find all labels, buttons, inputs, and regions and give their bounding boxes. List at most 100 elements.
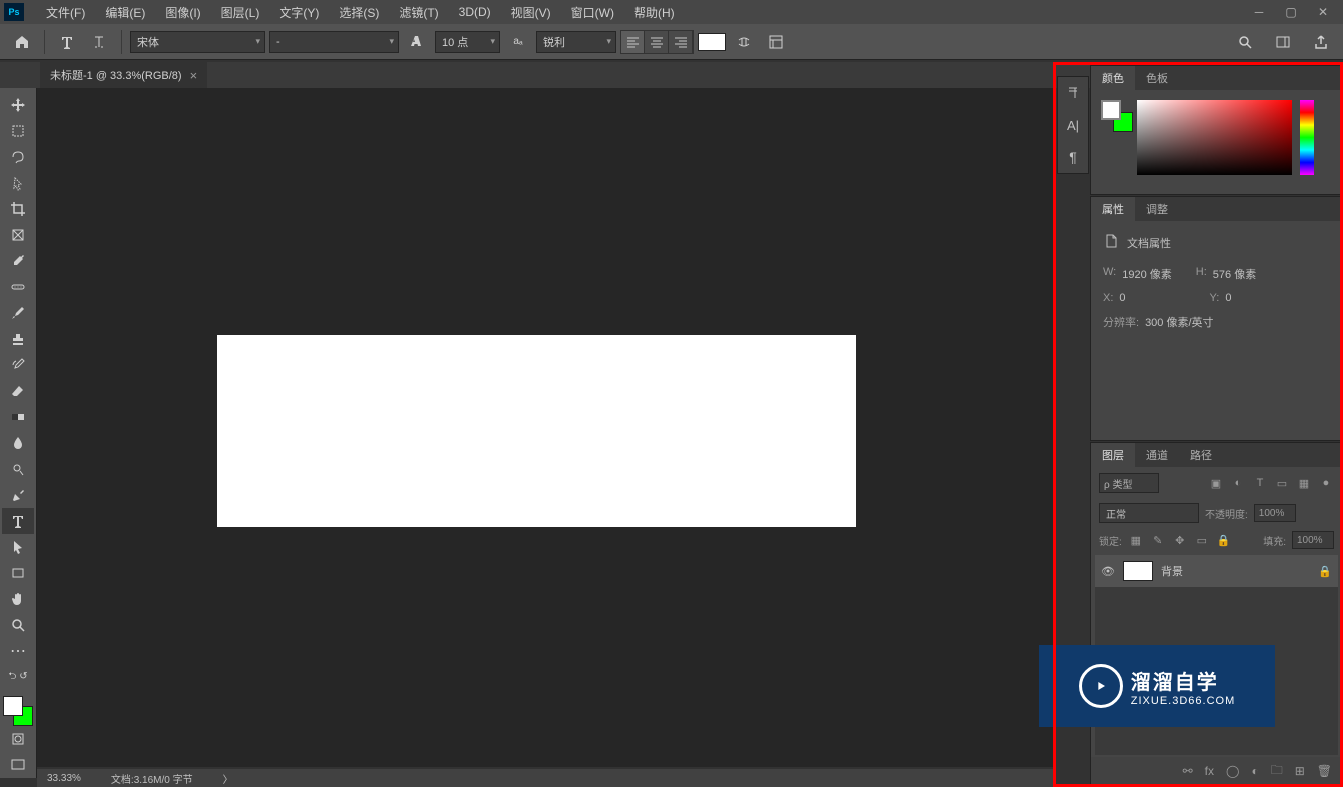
align-right-button[interactable] xyxy=(669,31,693,53)
crop-tool[interactable] xyxy=(2,196,34,222)
document-info[interactable]: 文档:3.16M/0 字节 xyxy=(111,771,193,786)
zoom-level[interactable]: 33.33% xyxy=(47,773,81,784)
paragraph-icon[interactable]: ¶ xyxy=(1058,141,1088,173)
font-size-dropdown[interactable]: 10 点 xyxy=(435,31,500,53)
filter-smart-icon[interactable]: ▦ xyxy=(1296,475,1312,491)
adjustment-layer-icon[interactable]: ◐ xyxy=(1251,764,1258,778)
panel-fg-color[interactable] xyxy=(1101,100,1121,120)
hue-slider[interactable] xyxy=(1300,100,1314,175)
document-canvas[interactable] xyxy=(217,335,856,527)
color-field[interactable] xyxy=(1137,100,1292,175)
eyedropper-tool[interactable] xyxy=(2,248,34,274)
quick-select-tool[interactable] xyxy=(2,170,34,196)
menu-layer[interactable]: 图层(L) xyxy=(211,2,270,23)
healing-tool[interactable] xyxy=(2,274,34,300)
dodge-tool[interactable] xyxy=(2,456,34,482)
align-left-button[interactable] xyxy=(621,31,645,53)
menu-view[interactable]: 视图(V) xyxy=(501,2,561,23)
antialias-dropdown[interactable]: 锐利 xyxy=(536,31,616,53)
character-panel-icon[interactable] xyxy=(762,29,790,55)
warp-text-icon[interactable] xyxy=(730,29,758,55)
blur-tool[interactable] xyxy=(2,430,34,456)
lock-brush-icon[interactable]: ✎ xyxy=(1150,532,1166,548)
eraser-tool[interactable] xyxy=(2,378,34,404)
group-icon[interactable]: 🗀 xyxy=(1271,761,1283,782)
adjustments-tab[interactable]: 调整 xyxy=(1135,197,1179,221)
pen-tool[interactable] xyxy=(2,482,34,508)
menu-select[interactable]: 选择(S) xyxy=(329,2,389,23)
text-orientation-icon[interactable] xyxy=(85,29,113,55)
color-tab[interactable]: 颜色 xyxy=(1091,66,1135,90)
move-tool[interactable] xyxy=(2,92,34,118)
home-icon[interactable] xyxy=(8,29,36,55)
menu-window[interactable]: 窗口(W) xyxy=(561,2,624,23)
brush-tool[interactable] xyxy=(2,300,34,326)
marquee-tool[interactable] xyxy=(2,118,34,144)
paths-tab[interactable]: 路径 xyxy=(1179,443,1223,467)
properties-tab[interactable]: 属性 xyxy=(1091,197,1135,221)
gradient-tool[interactable] xyxy=(2,404,34,430)
foreground-color[interactable] xyxy=(3,696,23,716)
text-color-swatch[interactable] xyxy=(698,33,726,51)
link-layers-icon[interactable]: ⚯ xyxy=(1183,764,1193,778)
delete-layer-icon[interactable]: 🗑 xyxy=(1317,764,1332,778)
character-icon[interactable]: A| xyxy=(1058,109,1088,141)
lock-all-icon[interactable]: 🔒 xyxy=(1216,532,1232,548)
filter-shape-icon[interactable]: ▭ xyxy=(1274,475,1290,491)
filter-adjust-icon[interactable]: ◐ xyxy=(1230,475,1246,491)
stamp-tool[interactable] xyxy=(2,326,34,352)
swatches-tab[interactable]: 色板 xyxy=(1135,66,1179,90)
edit-toolbar-icon[interactable]: ⋯ xyxy=(2,638,34,664)
screenmode-icon[interactable] xyxy=(2,752,34,778)
opacity-field[interactable]: 100% xyxy=(1254,504,1296,522)
filter-image-icon[interactable]: ▣ xyxy=(1208,475,1224,491)
statusbar-menu-icon[interactable]: 〉 xyxy=(223,771,233,786)
layer-item-background[interactable]: 👁 背景 🔒 xyxy=(1095,555,1338,587)
lock-pixels-icon[interactable]: ▦ xyxy=(1128,532,1144,548)
filter-type-icon[interactable]: T xyxy=(1252,475,1268,491)
layer-lock-icon[interactable]: 🔒 xyxy=(1318,565,1332,578)
menu-filter[interactable]: 滤镜(T) xyxy=(389,2,448,23)
history-brush-tool[interactable] xyxy=(2,352,34,378)
align-center-button[interactable] xyxy=(645,31,669,53)
layer-filter-kind-dropdown[interactable]: ρ 类型 xyxy=(1099,473,1159,493)
shape-tool[interactable] xyxy=(2,560,34,586)
workspace-icon[interactable] xyxy=(1269,29,1297,55)
menu-image[interactable]: 图像(I) xyxy=(155,2,210,23)
color-picker-control[interactable] xyxy=(3,696,33,726)
search-icon[interactable] xyxy=(1231,29,1259,55)
visibility-icon[interactable]: 👁 xyxy=(1101,565,1115,578)
new-layer-icon[interactable]: ⊞ xyxy=(1295,764,1305,778)
font-family-dropdown[interactable]: 宋体 xyxy=(130,31,265,53)
panel-fgbg-swatch[interactable] xyxy=(1101,100,1129,128)
menu-help[interactable]: 帮助(H) xyxy=(624,2,685,23)
lock-move-icon[interactable]: ✥ xyxy=(1172,532,1188,548)
paragraph-styles-icon[interactable] xyxy=(1058,77,1088,109)
menu-file[interactable]: 文件(F) xyxy=(36,2,95,23)
font-style-dropdown[interactable]: - xyxy=(269,31,399,53)
blend-mode-dropdown[interactable]: 正常 xyxy=(1099,503,1199,523)
layers-tab[interactable]: 图层 xyxy=(1091,443,1135,467)
frame-tool[interactable] xyxy=(2,222,34,248)
swap-colors-icon[interactable]: ⮌ ↺ xyxy=(2,664,34,690)
minimize-button[interactable]: ─ xyxy=(1243,2,1275,22)
document-tab[interactable]: 未标题-1 @ 33.3%(RGB/8) × xyxy=(40,62,207,88)
channels-tab[interactable]: 通道 xyxy=(1135,443,1179,467)
menu-edit[interactable]: 编辑(E) xyxy=(95,2,155,23)
share-icon[interactable] xyxy=(1307,29,1335,55)
menu-3d[interactable]: 3D(D) xyxy=(449,3,501,21)
type-tool-icon[interactable] xyxy=(53,29,81,55)
canvas-area[interactable] xyxy=(37,88,1053,767)
lock-artboard-icon[interactable]: ▭ xyxy=(1194,532,1210,548)
type-tool[interactable] xyxy=(2,508,34,534)
layer-mask-icon[interactable]: ◯ xyxy=(1226,764,1239,778)
lasso-tool[interactable] xyxy=(2,144,34,170)
fill-field[interactable]: 100% xyxy=(1292,531,1334,549)
menu-type[interactable]: 文字(Y) xyxy=(269,2,329,23)
hand-tool[interactable] xyxy=(2,586,34,612)
layer-fx-icon[interactable]: fx xyxy=(1205,764,1214,778)
maximize-button[interactable]: ▢ xyxy=(1275,2,1307,22)
filter-toggle-icon[interactable]: ● xyxy=(1318,475,1334,491)
path-select-tool[interactable] xyxy=(2,534,34,560)
zoom-tool[interactable] xyxy=(2,612,34,638)
